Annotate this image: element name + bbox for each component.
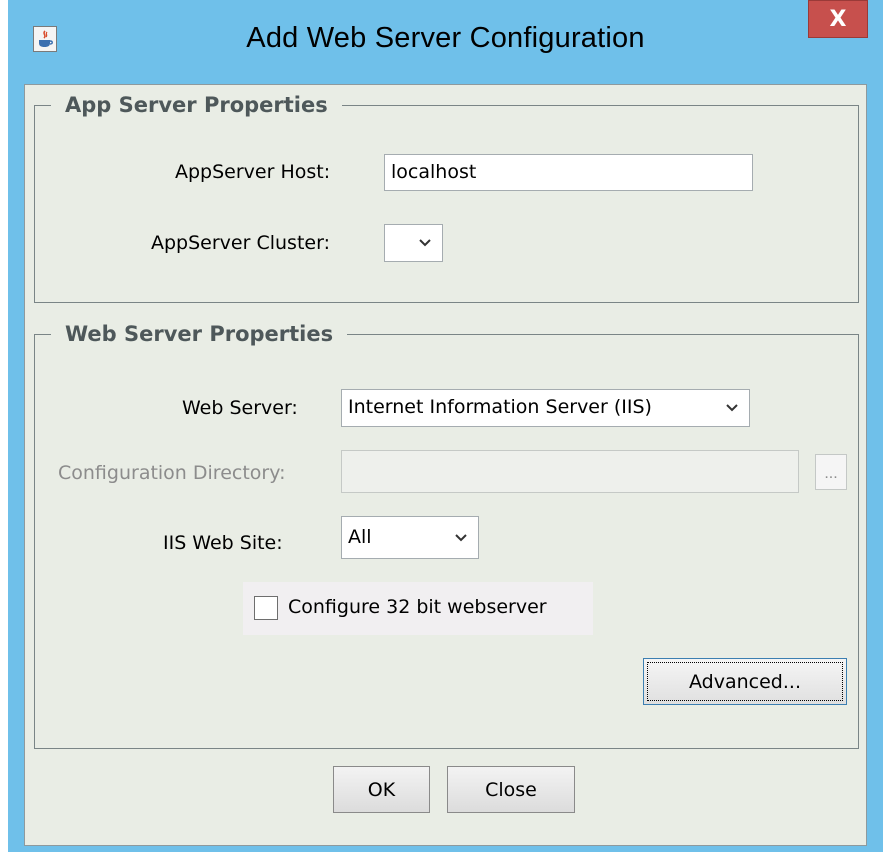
web-server-select[interactable]: Internet Information Server (IIS) [341,389,750,427]
iis-web-site-value: All [348,526,372,548]
configuration-directory-label: Configuration Directory: [58,462,286,484]
close-window-button[interactable]: X [808,0,868,38]
chevron-down-icon [455,534,467,542]
configure-32bit-option[interactable]: Configure 32 bit webserver [243,582,593,635]
web-server-label: Web Server: [182,397,298,419]
configure-32bit-label[interactable]: Configure 32 bit webserver [288,596,547,618]
configure-32bit-checkbox[interactable] [254,596,278,620]
close-button[interactable]: Close [447,766,575,813]
configuration-directory-input [341,450,799,493]
appserver-cluster-label: AppServer Cluster: [151,232,330,254]
app-server-properties-group: App Server Properties [34,94,859,303]
advanced-button[interactable]: Advanced... [643,658,847,705]
dialog-window: Add Web Server Configuration X App Serve… [8,0,883,852]
chevron-down-icon [726,404,738,412]
app-server-properties-legend: App Server Properties [65,93,328,117]
title-bar[interactable]: Add Web Server Configuration X [8,0,883,84]
dialog-content: App Server Properties AppServer Host: lo… [24,84,867,846]
iis-web-site-label: IIS Web Site: [163,532,283,554]
appserver-cluster-select[interactable] [384,224,443,262]
web-server-properties-legend: Web Server Properties [65,322,334,346]
ok-button[interactable]: OK [333,766,430,813]
iis-web-site-select[interactable]: All [341,516,479,559]
window-title: Add Web Server Configuration [246,22,645,54]
web-server-value: Internet Information Server (IIS) [348,396,652,418]
appserver-host-input[interactable]: localhost [384,154,753,191]
chevron-down-icon [419,239,431,247]
advanced-button-label: Advanced... [689,670,801,693]
appserver-host-label: AppServer Host: [175,161,331,183]
browse-button: ... [815,454,847,490]
